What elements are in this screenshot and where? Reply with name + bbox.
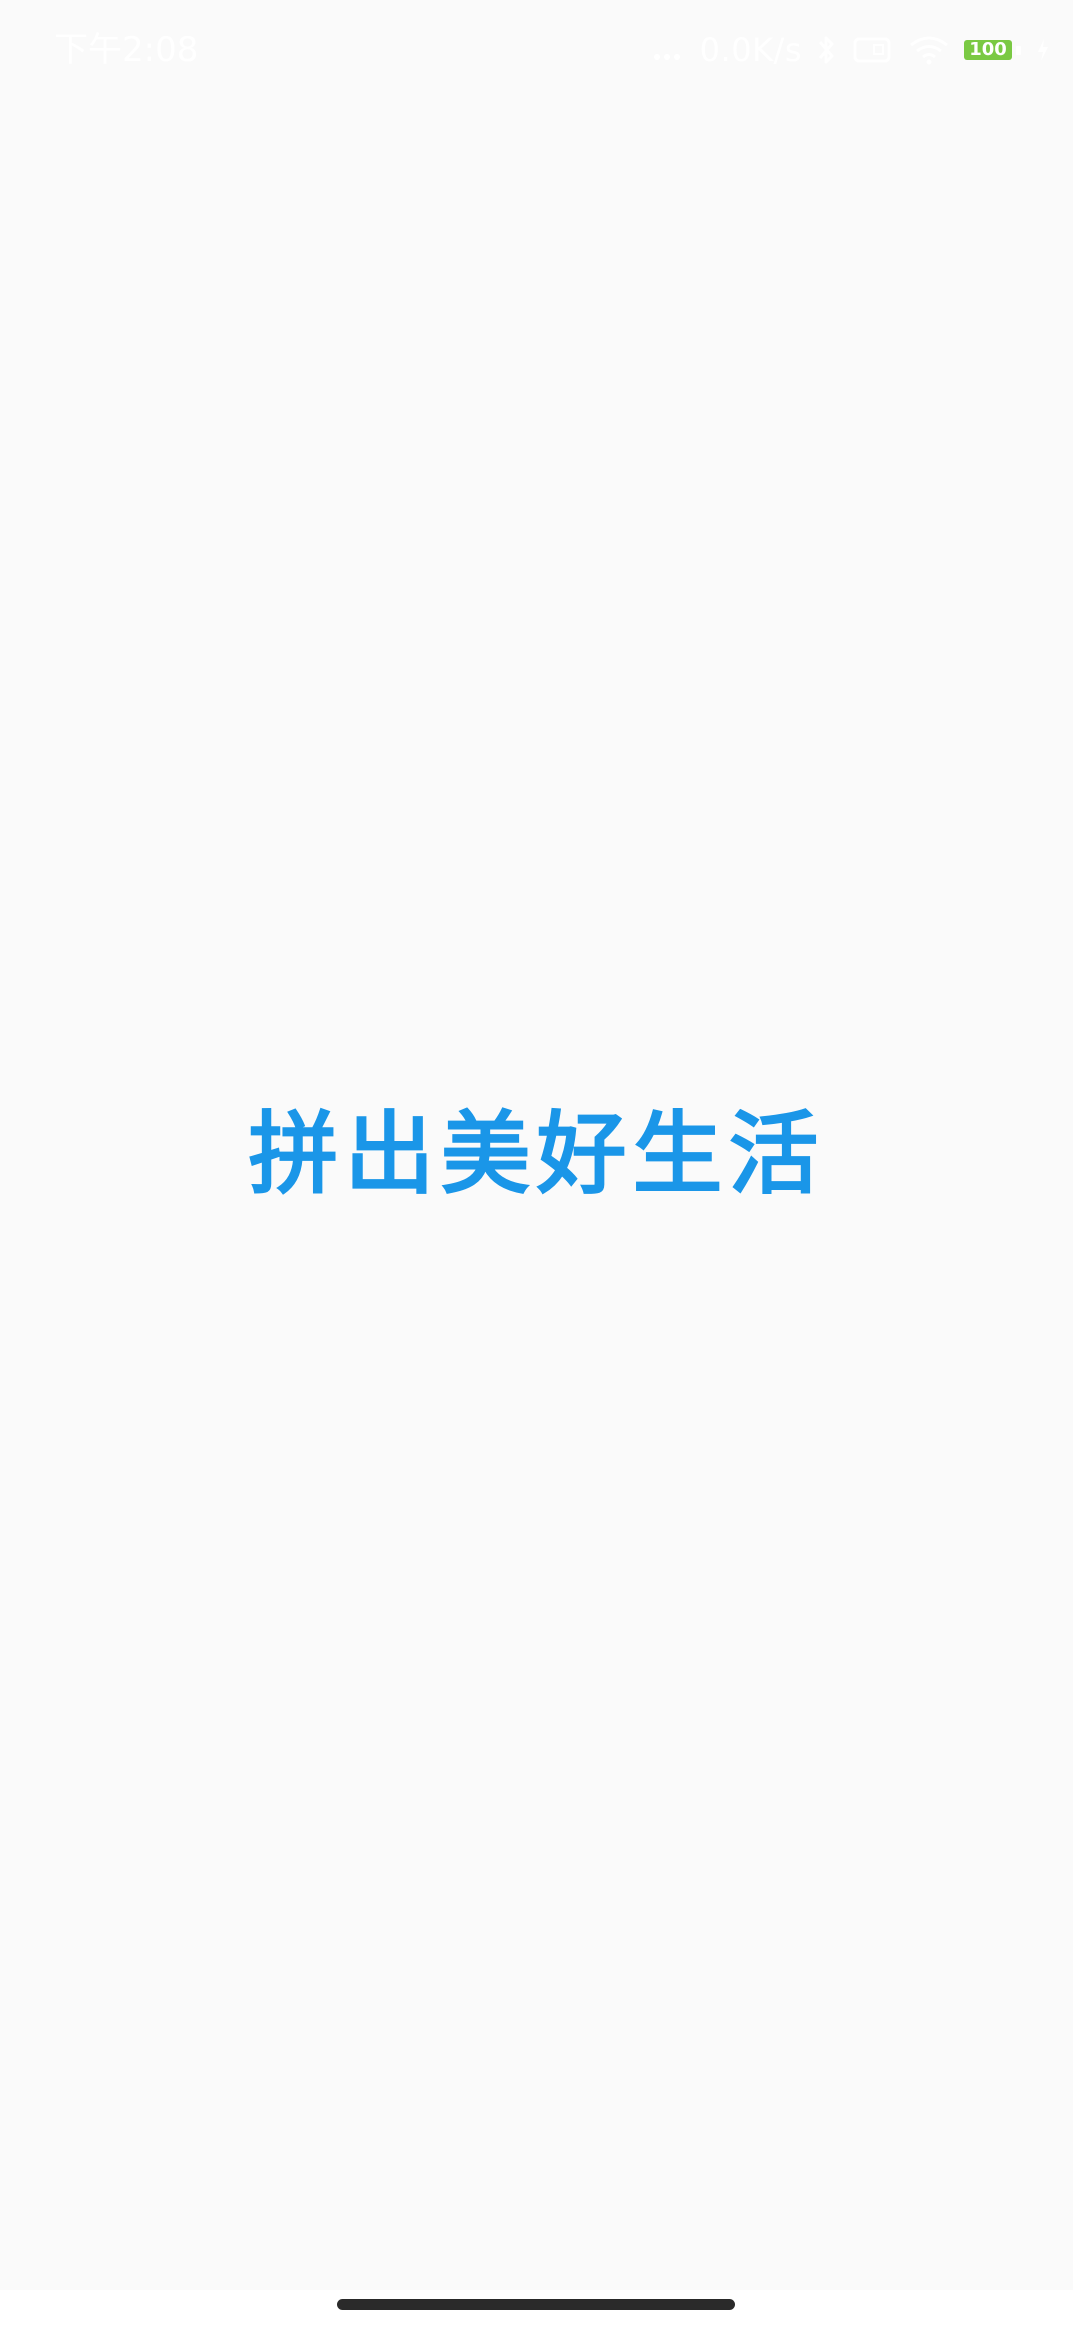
charging-icon [1035, 36, 1051, 64]
splash-slogan: 拼出美好生活 [248, 1102, 825, 1207]
signal-dots-icon [652, 38, 686, 62]
status-icons: 0.0K/s 100 [652, 26, 1051, 74]
status-time: 下午2:08 [54, 30, 199, 70]
battery-tip [1016, 45, 1021, 55]
battery-level: 100 [969, 39, 1007, 60]
network-speed: 0.0K/s [699, 31, 802, 69]
home-indicator[interactable] [337, 2299, 735, 2310]
navigation-bar [0, 2290, 1073, 2333]
sim-icon [852, 34, 894, 66]
wifi-icon [908, 34, 950, 66]
bluetooth-icon [816, 33, 838, 67]
battery-icon: 100 [964, 40, 1012, 60]
status-bar: 下午2:08 0.0K/s 100 [0, 0, 1073, 100]
